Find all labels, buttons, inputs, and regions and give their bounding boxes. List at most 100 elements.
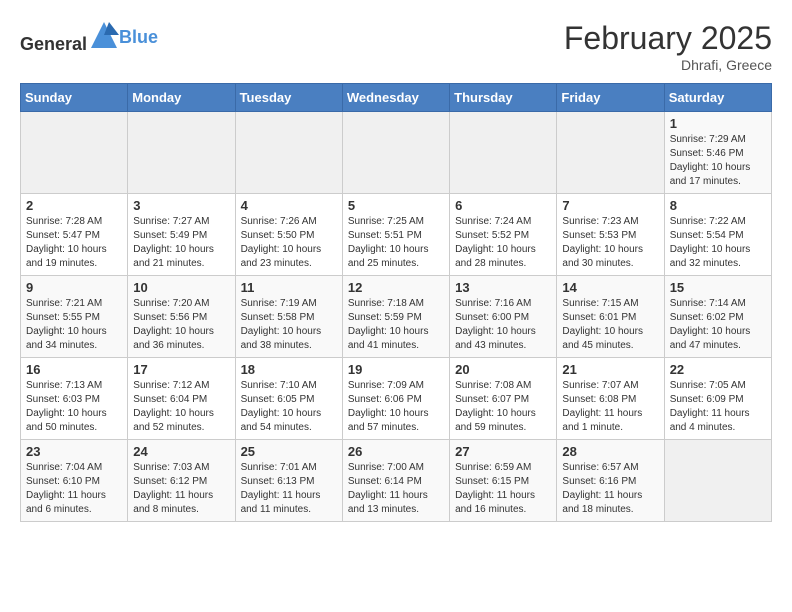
day-number: 24 [133, 444, 229, 459]
calendar-cell: 15Sunrise: 7:14 AM Sunset: 6:02 PM Dayli… [664, 276, 771, 358]
column-header-saturday: Saturday [664, 84, 771, 112]
day-number: 16 [26, 362, 122, 377]
day-number: 12 [348, 280, 444, 295]
day-number: 6 [455, 198, 551, 213]
day-info: Sunrise: 7:22 AM Sunset: 5:54 PM Dayligh… [670, 215, 766, 271]
day-number: 5 [348, 198, 444, 213]
day-info: Sunrise: 7:21 AM Sunset: 5:55 PM Dayligh… [26, 297, 122, 353]
day-info: Sunrise: 7:14 AM Sunset: 6:02 PM Dayligh… [670, 297, 766, 353]
day-number: 7 [562, 198, 658, 213]
day-info: Sunrise: 7:20 AM Sunset: 5:56 PM Dayligh… [133, 297, 229, 353]
day-number: 9 [26, 280, 122, 295]
day-number: 11 [241, 280, 337, 295]
day-info: Sunrise: 7:18 AM Sunset: 5:59 PM Dayligh… [348, 297, 444, 353]
day-info: Sunrise: 6:57 AM Sunset: 6:16 PM Dayligh… [562, 461, 658, 517]
page-header: General Blue February 2025 Dhrafi, Greec… [20, 20, 772, 73]
day-info: Sunrise: 7:15 AM Sunset: 6:01 PM Dayligh… [562, 297, 658, 353]
calendar-cell: 26 Sunrise: 7:00 AM Sunset: 6:14 PM Dayli… [342, 440, 449, 522]
day-number: 13 [455, 280, 551, 295]
column-header-friday: Friday [557, 84, 664, 112]
calendar-cell: 20Sunrise: 7:08 AM Sunset: 6:07 PM Dayli… [450, 358, 557, 440]
calendar-cell: 7 Sunrise: 7:23 AM Sunset: 5:53 PM Daylig… [557, 194, 664, 276]
day-info: Sunrise: 7:13 AM Sunset: 6:03 PM Dayligh… [26, 379, 122, 435]
day-info: Sunrise: 7:01 AM Sunset: 6:13 PM Dayligh… [241, 461, 337, 517]
day-number: 28 [562, 444, 658, 459]
day-number: 22 [670, 362, 766, 377]
day-number: 20 [455, 362, 551, 377]
day-info: Sunrise: 7:00 AM Sunset: 6:14 PM Dayligh… [348, 461, 444, 517]
calendar-cell: 5 Sunrise: 7:25 AM Sunset: 5:51 PM Daylig… [342, 194, 449, 276]
day-number: 14 [562, 280, 658, 295]
calendar-header-row: SundayMondayTuesdayWednesdayThursdayFrid… [21, 84, 772, 112]
day-number: 26 [348, 444, 444, 459]
calendar-cell [557, 112, 664, 194]
day-number: 19 [348, 362, 444, 377]
day-info: Sunrise: 7:12 AM Sunset: 6:04 PM Dayligh… [133, 379, 229, 435]
day-info: Sunrise: 7:03 AM Sunset: 6:12 PM Dayligh… [133, 461, 229, 517]
calendar-cell: 23 Sunrise: 7:04 AM Sunset: 6:10 PM Dayli… [21, 440, 128, 522]
day-info: Sunrise: 7:25 AM Sunset: 5:51 PM Dayligh… [348, 215, 444, 271]
day-info: Sunrise: 7:05 AM Sunset: 6:09 PM Dayligh… [670, 379, 766, 435]
calendar-cell: 25 Sunrise: 7:01 AM Sunset: 6:13 PM Dayli… [235, 440, 342, 522]
calendar-cell: 6 Sunrise: 7:24 AM Sunset: 5:52 PM Daylig… [450, 194, 557, 276]
location-subtitle: Dhrafi, Greece [564, 57, 772, 73]
calendar-cell: 2 Sunrise: 7:28 AM Sunset: 5:47 PM Daylig… [21, 194, 128, 276]
calendar-cell [342, 112, 449, 194]
calendar-cell: 11 Sunrise: 7:19 AM Sunset: 5:58 PM Dayli… [235, 276, 342, 358]
day-info: Sunrise: 7:09 AM Sunset: 6:06 PM Dayligh… [348, 379, 444, 435]
day-number: 23 [26, 444, 122, 459]
day-info: Sunrise: 7:04 AM Sunset: 6:10 PM Dayligh… [26, 461, 122, 517]
calendar-cell [21, 112, 128, 194]
day-number: 1 [670, 116, 766, 131]
calendar-cell: 12 Sunrise: 7:18 AM Sunset: 5:59 PM Dayli… [342, 276, 449, 358]
day-number: 4 [241, 198, 337, 213]
day-info: Sunrise: 7:28 AM Sunset: 5:47 PM Dayligh… [26, 215, 122, 271]
column-header-sunday: Sunday [21, 84, 128, 112]
calendar-week-row: 2 Sunrise: 7:28 AM Sunset: 5:47 PM Daylig… [21, 194, 772, 276]
calendar-cell: 18 Sunrise: 7:10 AM Sunset: 6:05 PM Dayli… [235, 358, 342, 440]
calendar-cell: 8 Sunrise: 7:22 AM Sunset: 5:54 PM Daylig… [664, 194, 771, 276]
day-info: Sunrise: 7:24 AM Sunset: 5:52 PM Dayligh… [455, 215, 551, 271]
calendar-cell [664, 440, 771, 522]
calendar-cell: 4Sunrise: 7:26 AM Sunset: 5:50 PM Daylig… [235, 194, 342, 276]
day-info: Sunrise: 6:59 AM Sunset: 6:15 PM Dayligh… [455, 461, 551, 517]
calendar-cell: 13 Sunrise: 7:16 AM Sunset: 6:00 PM Dayli… [450, 276, 557, 358]
calendar-cell: 1Sunrise: 7:29 AM Sunset: 5:46 PM Daylig… [664, 112, 771, 194]
column-header-thursday: Thursday [450, 84, 557, 112]
day-number: 10 [133, 280, 229, 295]
calendar-cell: 22 Sunrise: 7:05 AM Sunset: 6:09 PM Dayli… [664, 358, 771, 440]
calendar-cell: 24 Sunrise: 7:03 AM Sunset: 6:12 PM Dayli… [128, 440, 235, 522]
day-number: 8 [670, 198, 766, 213]
day-info: Sunrise: 7:19 AM Sunset: 5:58 PM Dayligh… [241, 297, 337, 353]
day-info: Sunrise: 7:27 AM Sunset: 5:49 PM Dayligh… [133, 215, 229, 271]
calendar-week-row: 1Sunrise: 7:29 AM Sunset: 5:46 PM Daylig… [21, 112, 772, 194]
calendar-week-row: 9 Sunrise: 7:21 AM Sunset: 5:55 PM Daylig… [21, 276, 772, 358]
calendar-cell [128, 112, 235, 194]
day-number: 21 [562, 362, 658, 377]
day-info: Sunrise: 7:23 AM Sunset: 5:53 PM Dayligh… [562, 215, 658, 271]
day-info: Sunrise: 7:16 AM Sunset: 6:00 PM Dayligh… [455, 297, 551, 353]
column-header-wednesday: Wednesday [342, 84, 449, 112]
calendar-cell: 3 Sunrise: 7:27 AM Sunset: 5:49 PM Daylig… [128, 194, 235, 276]
calendar-cell: 27 Sunrise: 6:59 AM Sunset: 6:15 PM Dayli… [450, 440, 557, 522]
calendar-cell: 17Sunrise: 7:12 AM Sunset: 6:04 PM Dayli… [128, 358, 235, 440]
calendar-week-row: 16 Sunrise: 7:13 AM Sunset: 6:03 PM Dayli… [21, 358, 772, 440]
day-info: Sunrise: 7:10 AM Sunset: 6:05 PM Dayligh… [241, 379, 337, 435]
column-header-tuesday: Tuesday [235, 84, 342, 112]
title-block: February 2025 Dhrafi, Greece [564, 20, 772, 73]
day-number: 27 [455, 444, 551, 459]
calendar-cell: 9 Sunrise: 7:21 AM Sunset: 5:55 PM Daylig… [21, 276, 128, 358]
day-number: 18 [241, 362, 337, 377]
calendar-cell [235, 112, 342, 194]
logo-general: General [20, 34, 87, 54]
calendar-cell: 16 Sunrise: 7:13 AM Sunset: 6:03 PM Dayli… [21, 358, 128, 440]
calendar-cell: 19 Sunrise: 7:09 AM Sunset: 6:06 PM Dayli… [342, 358, 449, 440]
month-year-title: February 2025 [564, 20, 772, 57]
day-number: 2 [26, 198, 122, 213]
logo-blue: Blue [119, 27, 158, 48]
calendar-table: SundayMondayTuesdayWednesdayThursdayFrid… [20, 83, 772, 522]
day-number: 25 [241, 444, 337, 459]
calendar-cell: 14 Sunrise: 7:15 AM Sunset: 6:01 PM Dayli… [557, 276, 664, 358]
logo: General Blue [20, 20, 158, 55]
day-number: 3 [133, 198, 229, 213]
